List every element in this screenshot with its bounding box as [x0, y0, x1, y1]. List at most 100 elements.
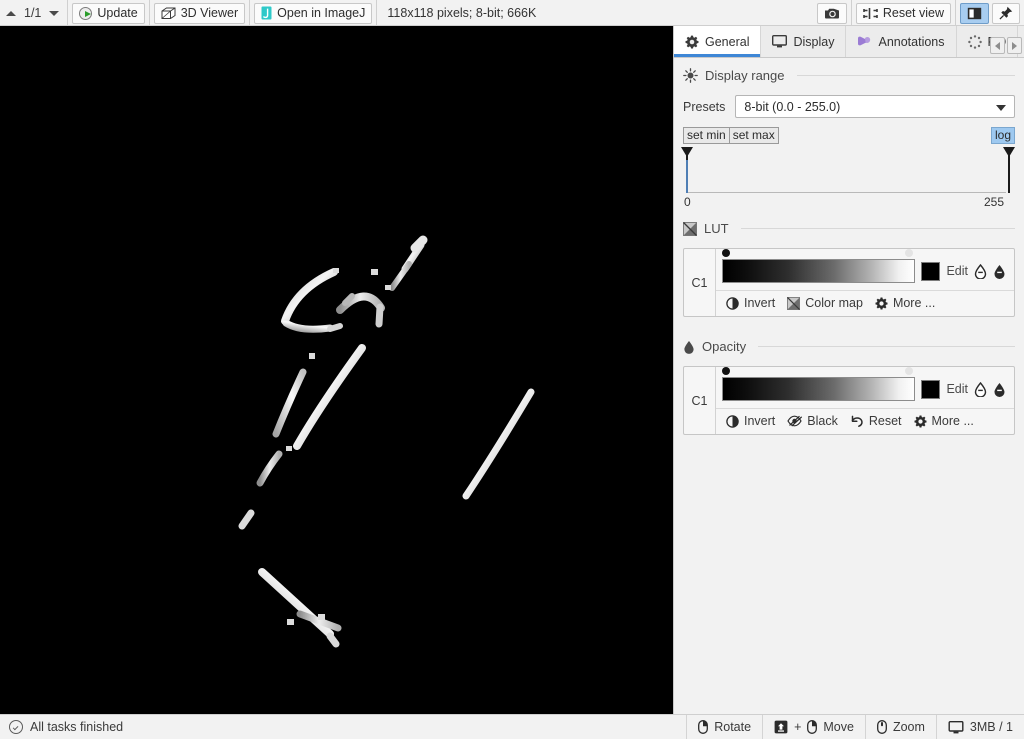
- opacity-more-label: More ...: [932, 414, 974, 428]
- gear-icon: [875, 297, 888, 310]
- opacity-color-swatch[interactable]: [921, 380, 940, 399]
- lut-channel-card: C1 Edit: [683, 248, 1015, 317]
- panel-tabs: General Display: [674, 26, 1024, 58]
- display-range-slider[interactable]: 0 255: [683, 147, 1015, 209]
- brightness-icon: [683, 68, 698, 83]
- display-range-header: Display range: [683, 68, 1015, 83]
- status-zoom-label: Zoom: [893, 720, 925, 734]
- lut-color-swatch[interactable]: [921, 262, 940, 281]
- tab-annotations[interactable]: Annotations: [846, 26, 956, 57]
- tab-display[interactable]: Display: [761, 26, 846, 57]
- range-min-label: 0: [684, 195, 691, 209]
- chevron-down-icon: [996, 105, 1006, 111]
- tab-general[interactable]: General: [674, 26, 761, 57]
- tab-general-label: General: [705, 35, 749, 49]
- lut-gradient-row: Edit: [716, 249, 1014, 290]
- status-zoom[interactable]: Zoom: [865, 715, 936, 739]
- lut-channel-label: C1: [684, 249, 716, 316]
- monitor-icon: [772, 35, 787, 48]
- tab-scroll-right-button[interactable]: [1007, 37, 1022, 54]
- set-max-button[interactable]: set max: [729, 127, 779, 144]
- panel-toggle-button[interactable]: [960, 3, 989, 24]
- droplet-filled-icon[interactable]: [993, 264, 1006, 279]
- opacity-stop-min[interactable]: [722, 367, 730, 375]
- camera-icon: [824, 7, 840, 20]
- update-button[interactable]: Update: [72, 3, 144, 24]
- pixel-info: 118x118 pixels; 8-bit; 666K: [377, 0, 546, 25]
- tab-scroll-left-button[interactable]: [990, 37, 1005, 54]
- mouse-icon: [877, 720, 887, 734]
- lut-colormap-label: Color map: [805, 296, 863, 310]
- pin-button[interactable]: [992, 3, 1020, 24]
- shift-key-icon: [774, 720, 788, 734]
- presets-select[interactable]: 8-bit (0.0 - 255.0): [735, 95, 1015, 118]
- reset-view-button[interactable]: Reset view: [856, 3, 951, 24]
- section-divider: [741, 228, 1015, 229]
- opacity-edit-link[interactable]: Edit: [946, 382, 968, 396]
- droplet-outline-icon[interactable]: [974, 264, 987, 279]
- range-max-handle[interactable]: [1008, 148, 1010, 193]
- page-up-icon[interactable]: [6, 11, 16, 16]
- lut-colormap-action[interactable]: Color map: [783, 295, 867, 311]
- opacity-invert-label: Invert: [744, 414, 775, 428]
- lut-gradient-bar[interactable]: [722, 259, 915, 283]
- page-down-icon[interactable]: [49, 11, 59, 16]
- display-range-title: Display range: [705, 68, 785, 83]
- 3d-viewer-button[interactable]: 3D Viewer: [154, 3, 245, 24]
- toolbar-spacer: [546, 0, 813, 25]
- set-min-button[interactable]: set min: [683, 127, 730, 144]
- droplet-filled-icon[interactable]: [993, 382, 1006, 397]
- top-toolbar: 1/1 Update 3D Viewer: [0, 0, 1024, 26]
- open-in-imagej-button[interactable]: Open in ImageJ: [254, 3, 372, 24]
- section-divider: [797, 75, 1016, 76]
- mouse-icon: [698, 720, 708, 734]
- lut-edit-link[interactable]: Edit: [946, 264, 968, 278]
- lut-icon: [787, 297, 800, 310]
- undo-icon: [850, 415, 864, 428]
- image-canvas[interactable]: [0, 26, 673, 714]
- lut-invert-action[interactable]: Invert: [722, 295, 779, 311]
- status-message: All tasks finished: [30, 720, 123, 734]
- range-min-handle[interactable]: [686, 148, 688, 193]
- opacity-black-action[interactable]: Black: [783, 413, 842, 429]
- opacity-invert-action[interactable]: Invert: [722, 413, 779, 429]
- opacity-more-action[interactable]: More ...: [910, 413, 978, 429]
- reset-view-group: Reset view: [852, 0, 956, 26]
- page-indicator: 1/1: [24, 6, 41, 20]
- viewer3d-group: 3D Viewer: [150, 0, 250, 26]
- range-max-label: 255: [984, 195, 1004, 209]
- lut-channel-body: Edit: [716, 249, 1014, 316]
- status-memory: 3MB / 1: [936, 715, 1024, 739]
- pin-icon: [999, 6, 1013, 20]
- snapshot-group: [813, 0, 852, 26]
- opacity-channel-label: C1: [684, 367, 716, 434]
- lut-stop-min[interactable]: [722, 249, 730, 257]
- play-circle-icon: [79, 7, 92, 20]
- opacity-reset-action[interactable]: Reset: [846, 413, 906, 429]
- opacity-gradient-row: Edit: [716, 367, 1014, 408]
- mouse-icon: [807, 720, 817, 734]
- droplet-icon: [683, 340, 695, 354]
- fit-arrows-icon: [863, 7, 878, 20]
- status-move[interactable]: + Move: [762, 715, 865, 739]
- opacity-header: Opacity: [683, 339, 1015, 354]
- status-rotate[interactable]: Rotate: [686, 715, 762, 739]
- opacity-stop-max[interactable]: [905, 367, 913, 375]
- split-panel-icon: [967, 7, 982, 20]
- lut-more-action[interactable]: More ...: [871, 295, 939, 311]
- arrow-left-icon: [995, 42, 1000, 50]
- properties-panel: General Display: [673, 26, 1024, 714]
- snapshot-button[interactable]: [817, 3, 847, 24]
- droplet-outline-icon[interactable]: [974, 382, 987, 397]
- opacity-gradient-bar[interactable]: [722, 377, 915, 401]
- status-move-plus: +: [794, 720, 801, 734]
- status-message-group: All tasks finished: [0, 715, 686, 739]
- log-toggle-button[interactable]: log: [991, 127, 1015, 144]
- tab-scroll-controls: [990, 37, 1022, 54]
- lut-title: LUT: [704, 221, 729, 236]
- imagej-icon: [261, 6, 272, 20]
- lut-more-label: More ...: [893, 296, 935, 310]
- lut-stop-max[interactable]: [905, 249, 913, 257]
- rendered-volume: [0, 26, 673, 714]
- main-area: General Display: [0, 26, 1024, 714]
